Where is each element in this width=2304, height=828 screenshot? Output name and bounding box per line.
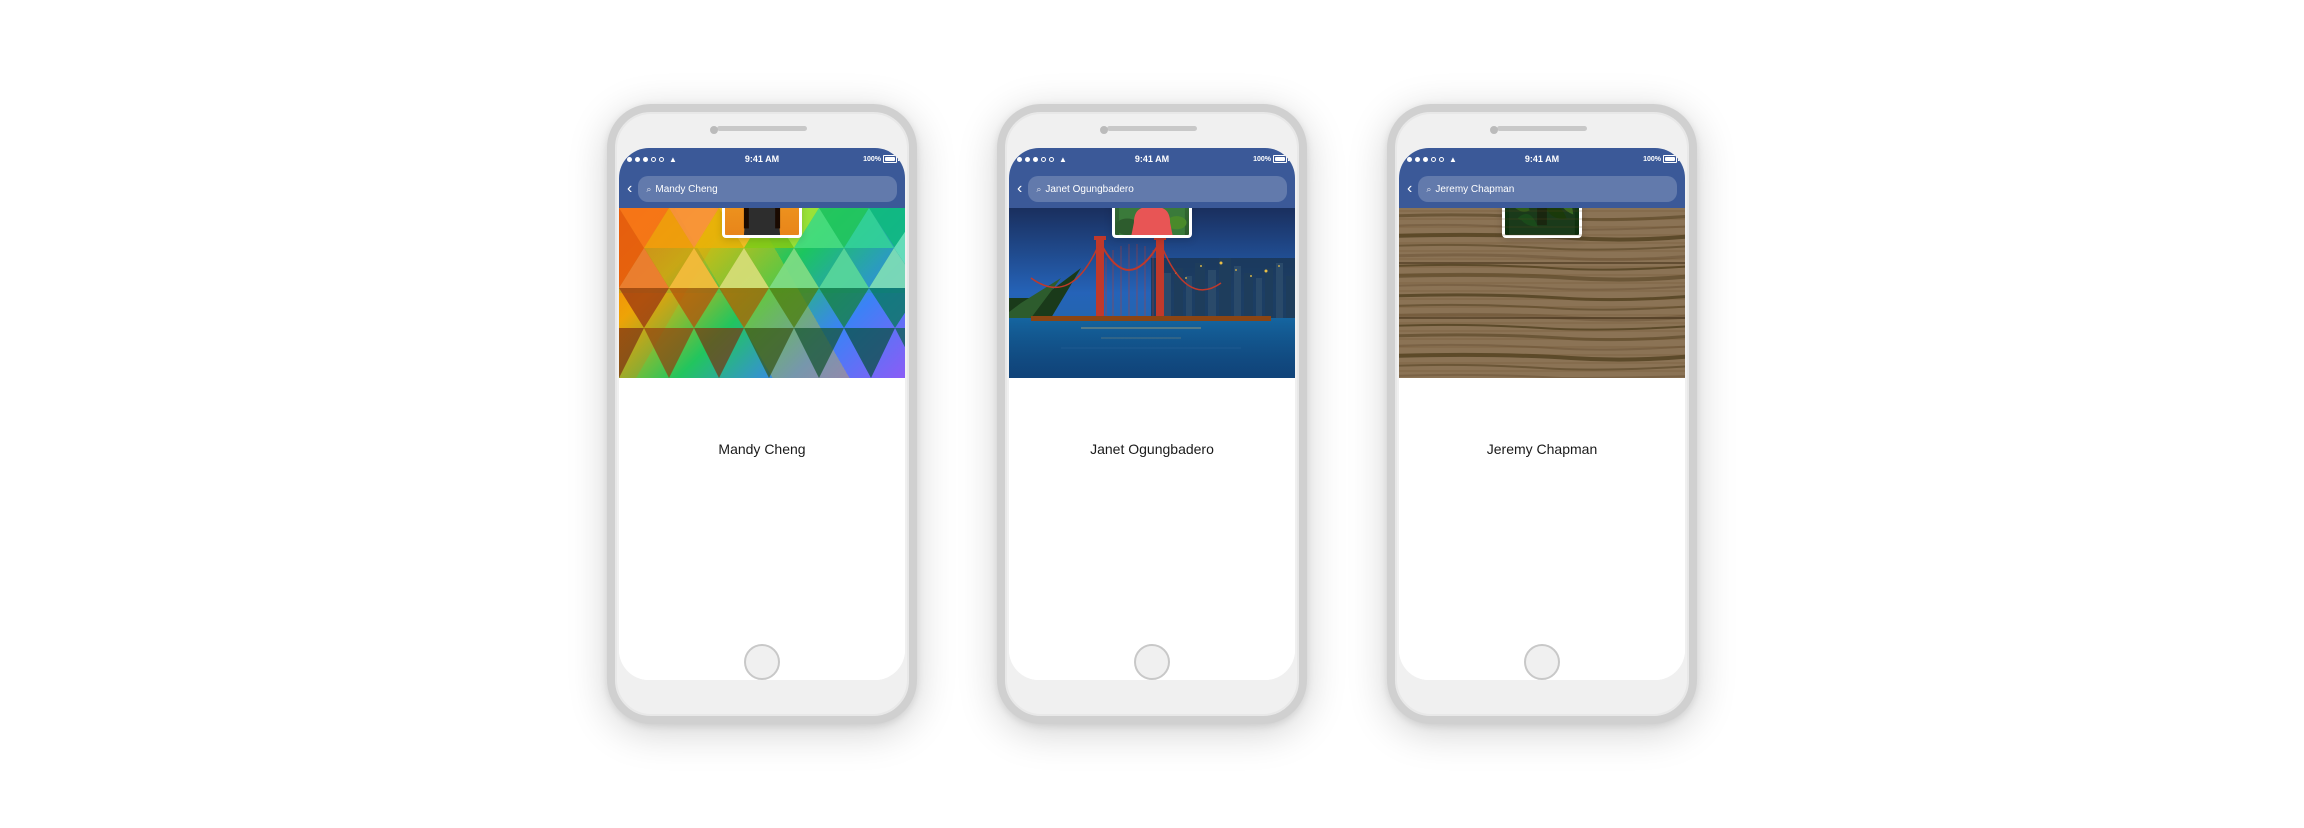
side-btn-vol-up	[607, 242, 609, 292]
side-btn-vol-down-2	[997, 302, 999, 352]
signal-dot-4	[651, 157, 656, 162]
side-btn-mute-3	[1387, 202, 1389, 232]
battery-area-2: 100%	[1253, 155, 1287, 163]
cover-photo-janet	[1009, 208, 1295, 378]
signal-area: ▲	[627, 155, 677, 164]
signal-dot-1c	[1407, 157, 1412, 162]
profile-pic-mandy	[722, 208, 802, 238]
home-button-mandy[interactable]	[744, 644, 780, 680]
profile-pic-janet	[1112, 208, 1192, 238]
battery-text: 100%	[863, 156, 881, 163]
nav-bar-mandy: ‹ ⌕ Mandy Cheng	[619, 170, 905, 208]
phone-mandy: ▲ 9:41 AM 100% ‹ ⌕ Mandy Cheng	[607, 104, 917, 724]
signal-area-2: ▲	[1017, 155, 1067, 164]
signal-area-3: ▲	[1407, 155, 1457, 164]
search-value-mandy: Mandy Cheng	[655, 184, 717, 195]
side-btn-mute-2	[997, 202, 999, 232]
signal-dot-5	[659, 157, 664, 162]
back-button-3[interactable]: ‹	[1407, 181, 1412, 197]
signal-dot-3	[643, 157, 648, 162]
battery-icon	[883, 155, 897, 163]
phone-mandy-wrapper: ▲ 9:41 AM 100% ‹ ⌕ Mandy Cheng	[607, 104, 917, 724]
nav-bar-jeremy: ‹ ⌕ Jeremy Chapman	[1399, 170, 1685, 208]
search-bar-janet[interactable]: ⌕ Janet Ogungbadero	[1028, 176, 1287, 202]
screen-mandy: ▲ 9:41 AM 100% ‹ ⌕ Mandy Cheng	[619, 148, 905, 680]
home-button-jeremy[interactable]	[1524, 644, 1560, 680]
battery-fill-3	[1665, 157, 1675, 161]
back-button-2[interactable]: ‹	[1017, 181, 1022, 197]
profile-pic-area-mandy	[619, 378, 905, 433]
signal-dot-1b	[1017, 157, 1022, 162]
profile-content-janet: Janet Ogungbadero	[1009, 208, 1295, 644]
profile-content-jeremy: Jeremy Chapman	[1399, 208, 1685, 644]
home-indicator-jeremy	[1399, 644, 1685, 680]
search-value-jeremy: Jeremy Chapman	[1435, 184, 1514, 195]
home-indicator-janet	[1009, 644, 1295, 680]
search-icon-3: ⌕	[1426, 184, 1431, 195]
wifi-icon-3: ▲	[1449, 155, 1457, 164]
profile-content-mandy: Mandy Cheng	[619, 208, 905, 644]
status-time: 9:41 AM	[745, 154, 779, 164]
home-button-janet[interactable]	[1134, 644, 1170, 680]
side-btn-vol-up-2	[997, 242, 999, 292]
profile-pic-jeremy	[1502, 208, 1582, 238]
battery-fill-2	[1275, 157, 1285, 161]
signal-dot-1	[627, 157, 632, 162]
profile-name-janet: Janet Ogungbadero	[1009, 433, 1295, 463]
side-btn-mute	[607, 202, 609, 232]
signal-dot-3c	[1423, 157, 1428, 162]
phone-janet-wrapper: ▲ 9:41 AM 100% ‹ ⌕ Janet Ogungbadero	[997, 104, 1307, 724]
phone-janet: ▲ 9:41 AM 100% ‹ ⌕ Janet Ogungbadero	[997, 104, 1307, 724]
side-btn-vol-down-3	[1387, 302, 1389, 352]
profile-name-mandy: Mandy Cheng	[619, 433, 905, 463]
status-bar: ▲ 9:41 AM 100%	[619, 148, 905, 170]
battery-area-3: 100%	[1643, 155, 1677, 163]
cover-photo-mandy	[619, 208, 905, 378]
signal-dot-2b	[1025, 157, 1030, 162]
status-time-2: 9:41 AM	[1135, 154, 1169, 164]
status-bar-2: ▲ 9:41 AM 100%	[1009, 148, 1295, 170]
wifi-icon: ▲	[669, 155, 677, 164]
phone-camera-2	[1100, 126, 1108, 134]
phone-jeremy: ▲ 9:41 AM 100% ‹ ⌕ Jeremy Chapman	[1387, 104, 1697, 724]
phone-camera	[710, 126, 718, 134]
search-bar-jeremy[interactable]: ⌕ Jeremy Chapman	[1418, 176, 1677, 202]
battery-icon-3	[1663, 155, 1677, 163]
battery-text-2: 100%	[1253, 156, 1271, 163]
nav-bar-janet: ‹ ⌕ Janet Ogungbadero	[1009, 170, 1295, 208]
side-btn-power-3	[1695, 252, 1697, 322]
wifi-icon-2: ▲	[1059, 155, 1067, 164]
home-indicator-mandy	[619, 644, 905, 680]
phone-jeremy-wrapper: ▲ 9:41 AM 100% ‹ ⌕ Jeremy Chapman	[1387, 104, 1697, 724]
signal-dot-5b	[1049, 157, 1054, 162]
screen-janet: ▲ 9:41 AM 100% ‹ ⌕ Janet Ogungbadero	[1009, 148, 1295, 680]
side-btn-power	[915, 252, 917, 322]
cover-photo-jeremy	[1399, 208, 1685, 378]
profile-pic-area-jeremy	[1399, 378, 1685, 433]
screen-jeremy: ▲ 9:41 AM 100% ‹ ⌕ Jeremy Chapman	[1399, 148, 1685, 680]
signal-dot-2c	[1415, 157, 1420, 162]
side-btn-vol-up-3	[1387, 242, 1389, 292]
search-icon-2: ⌕	[1036, 184, 1041, 195]
battery-text-3: 100%	[1643, 156, 1661, 163]
profile-pic-area-janet	[1009, 378, 1295, 433]
search-bar-mandy[interactable]: ⌕ Mandy Cheng	[638, 176, 897, 202]
signal-dot-3b	[1033, 157, 1038, 162]
search-value-janet: Janet Ogungbadero	[1045, 184, 1133, 195]
side-btn-power-2	[1305, 252, 1307, 322]
status-bar-3: ▲ 9:41 AM 100%	[1399, 148, 1685, 170]
signal-dot-4b	[1041, 157, 1046, 162]
battery-icon-2	[1273, 155, 1287, 163]
battery-fill	[885, 157, 895, 161]
phone-camera-3	[1490, 126, 1498, 134]
side-btn-vol-down	[607, 302, 609, 352]
signal-dot-4c	[1431, 157, 1436, 162]
profile-name-jeremy: Jeremy Chapman	[1399, 433, 1685, 463]
status-time-3: 9:41 AM	[1525, 154, 1559, 164]
signal-dot-5c	[1439, 157, 1444, 162]
search-icon: ⌕	[646, 184, 651, 195]
signal-dot-2	[635, 157, 640, 162]
battery-area: 100%	[863, 155, 897, 163]
back-button[interactable]: ‹	[627, 181, 632, 197]
